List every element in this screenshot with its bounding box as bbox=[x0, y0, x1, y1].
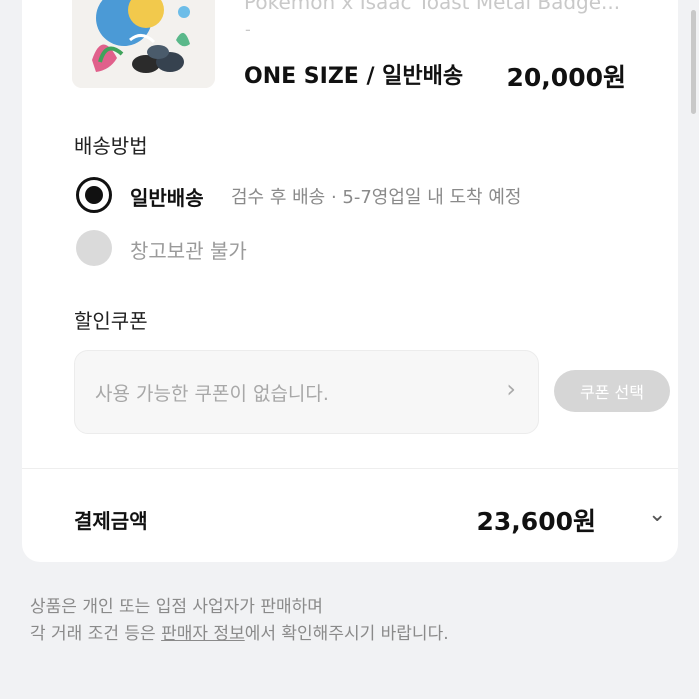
radio-standard-shipping[interactable] bbox=[76, 177, 112, 213]
coupon-select-button[interactable]: 쿠폰 선택 bbox=[554, 370, 670, 412]
standard-shipping-detail: 검수 후 배송 · 5-7영업일 내 도착 예정 bbox=[231, 187, 522, 208]
product-price: 20,000원 bbox=[506, 63, 626, 92]
product-subtitle: - bbox=[245, 20, 251, 39]
divider bbox=[22, 468, 678, 469]
seller-notice-line1: 상품은 개인 또는 입점 사업자가 판매하며 bbox=[30, 597, 323, 617]
shipping-method-title: 배송방법 bbox=[74, 134, 148, 158]
product-thumbnail[interactable] bbox=[72, 0, 215, 88]
coupon-title: 할인쿠폰 bbox=[74, 309, 148, 333]
seller-notice-suffix: 에서 확인해주시기 바랍니다. bbox=[244, 624, 449, 644]
product-image bbox=[72, 0, 215, 88]
warehouse-storage-label: 창고보관 불가 bbox=[130, 239, 247, 263]
coupon-field[interactable]: 사용 가능한 쿠폰이 없습니다. › bbox=[74, 350, 539, 434]
product-option: ONE SIZE / 일반배송 bbox=[244, 64, 464, 89]
standard-shipping-label[interactable]: 일반배송 bbox=[130, 182, 204, 211]
payment-amount-value[interactable]: 23,600원 bbox=[477, 502, 596, 538]
chevron-down-icon[interactable]: ⌄ bbox=[648, 502, 666, 527]
product-name: Pokemon x Isaac Toast Metal Badge... bbox=[244, 0, 621, 14]
seller-info-link[interactable]: 판매자 정보 bbox=[161, 624, 245, 644]
scrollbar[interactable] bbox=[691, 10, 696, 114]
payment-amount-label: 결제금액 bbox=[74, 509, 148, 533]
radio-warehouse-storage bbox=[76, 230, 112, 266]
order-card: Pokemon x Isaac Toast Metal Badge... - O… bbox=[22, 0, 678, 562]
coupon-placeholder: 사용 가능한 쿠폰이 없습니다. bbox=[95, 383, 329, 405]
chevron-right-icon: › bbox=[506, 375, 516, 403]
seller-notice: 상품은 개인 또는 입점 사업자가 판매하며 각 거래 조건 등은 판매자 정보… bbox=[30, 594, 670, 648]
seller-notice-line2: 각 거래 조건 등은 판매자 정보에서 확인해주시기 바랍니다. bbox=[30, 621, 670, 648]
seller-notice-prefix: 각 거래 조건 등은 bbox=[30, 624, 162, 644]
